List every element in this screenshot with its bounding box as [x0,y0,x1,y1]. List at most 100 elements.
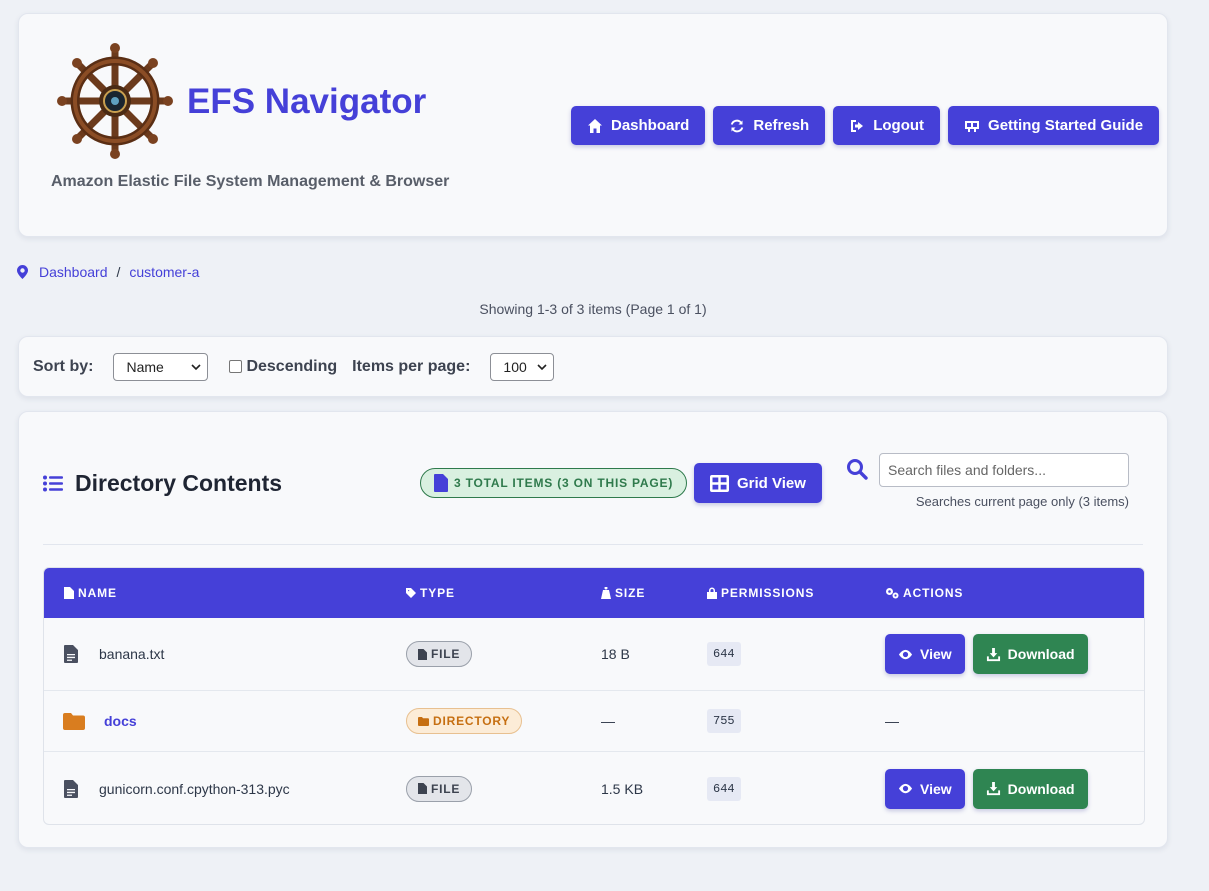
sort-by-label: Sort by: [33,357,94,375]
name-cell: docs [63,691,137,751]
column-actions: ACTIONS [885,586,963,600]
sort-controls: Sort by: Name Descending Items per page:… [18,336,1168,397]
type-cell: FILE [406,618,473,690]
items-per-page-label: Items per page: [352,357,471,375]
home-icon [588,118,602,133]
column-name-label: NAME [78,586,117,600]
descending-label[interactable]: Descending [246,358,337,376]
view-button[interactable]: View [885,768,965,809]
actions-cell: — [885,713,899,729]
column-size[interactable]: SIZE [601,586,645,600]
directory-card: Directory Contents 3 TOTAL ITEMS (3 ON T… [18,411,1168,848]
type-cell: DIRECTORY [406,691,523,751]
chevron-down-icon [191,363,202,370]
total-items-text: 3 TOTAL ITEMS (3 ON THIS PAGE) [454,476,674,490]
actions-cell: View Download [885,752,1088,824]
column-permissions[interactable]: PERMISSIONS [707,586,814,600]
file-name[interactable]: banana.txt [99,646,164,662]
view-label: View [920,646,952,662]
table-row: gunicorn.conf.cpython-313.pyc FILE 1.5 K… [44,752,1144,824]
logout-button[interactable]: Logout [833,106,941,145]
eye-icon [898,783,913,794]
name-cell: gunicorn.conf.cpython-313.pyc [64,752,290,824]
folder-icon [418,716,429,726]
directory-heading-text: Directory Contents [75,470,283,496]
app-header: EFS Navigator Amazon Elastic File System… [18,13,1168,237]
file-icon [418,648,427,660]
chevron-down-icon [537,363,547,370]
type-badge: FILE [406,641,473,667]
breadcrumb-separator: / [116,264,121,280]
column-type-label: TYPE [420,586,455,600]
refresh-button[interactable]: Refresh [713,106,826,145]
sort-by-select[interactable]: Name [113,352,209,381]
grid-view-label: Grid View [737,474,806,492]
permissions-cell: 644 [707,752,741,824]
breadcrumb: Dashboard / customer-a [17,264,199,280]
download-button[interactable]: Download [972,768,1088,809]
breadcrumb-dashboard[interactable]: Dashboard [39,264,108,280]
column-name[interactable]: NAME [64,586,117,600]
view-button[interactable]: View [885,634,965,674]
directory-link[interactable]: docs [104,713,137,729]
logout-icon [851,119,864,132]
items-per-page-select[interactable]: 100 [490,352,555,381]
lock-icon [707,587,717,599]
guide-icon [965,120,980,132]
dashboard-button-label: Dashboard [611,117,690,134]
app-title: EFS Navigator [187,82,427,121]
getting-started-guide-button[interactable]: Getting Started Guide [948,106,1160,145]
folder-icon [63,712,85,730]
refresh-button-label: Refresh [753,117,810,134]
permissions-cell: 755 [707,691,741,751]
type-label: FILE [431,781,461,796]
download-label: Download [1007,780,1075,797]
download-button[interactable]: Download [972,634,1088,674]
pagination-summary: Showing 1-3 of 3 items (Page 1 of 1) [479,301,707,317]
size-cell: 18 B [601,646,630,662]
type-badge: DIRECTORY [406,708,523,734]
gears-icon [886,588,899,599]
download-icon [986,647,1000,661]
name-cell: banana.txt [64,618,164,690]
ships-wheel-logo [57,43,173,159]
table-header: NAME TYPE SIZE PERMISSIONS ACTIONS [44,568,1144,618]
search-icon [847,459,868,480]
size-cell: 1.5 KB [601,780,644,797]
location-pin-icon [17,265,28,279]
total-items-badge: 3 TOTAL ITEMS (3 ON THIS PAGE) [420,468,688,498]
directory-table: NAME TYPE SIZE PERMISSIONS ACTIONS banan… [43,567,1145,825]
file-icon [418,783,427,794]
items-per-page-value: 100 [503,358,527,375]
eye-icon [898,649,913,659]
header-nav: Dashboard Refresh Logout Getting Started… [571,106,1160,145]
column-permissions-label: PERMISSIONS [721,586,815,600]
grid-view-button[interactable]: Grid View [694,463,822,503]
search-input[interactable] [879,453,1129,487]
sort-by-value: Name [126,358,164,375]
file-text-icon [64,779,78,798]
weight-icon [601,587,611,599]
file-name[interactable]: gunicorn.conf.cpython-313.pyc [99,781,290,797]
app-subtitle: Amazon Elastic File System Management & … [51,173,450,190]
view-label: View [920,780,952,797]
permissions-code: 644 [707,776,741,801]
grid-icon [710,474,729,492]
type-cell: FILE [406,752,473,824]
breadcrumb-current[interactable]: customer-a [129,264,199,280]
dashboard-button[interactable]: Dashboard [571,106,706,145]
table-row: banana.txt FILE 18 B 644 View Download [44,618,1144,691]
descending-checkbox[interactable] [229,360,243,373]
logout-button-label: Logout [873,117,925,134]
file-icon [434,474,448,492]
column-type[interactable]: TYPE [406,586,455,600]
column-actions-label: ACTIONS [903,586,964,600]
search-hint: Searches current page only (3 items) [915,494,1129,509]
permissions-code: 755 [707,709,741,733]
type-badge: FILE [406,775,473,802]
getting-started-guide-label: Getting Started Guide [988,117,1144,134]
actions-cell: View Download [885,618,1088,690]
permissions-cell: 644 [707,618,741,690]
size-cell: — [601,713,615,729]
tag-icon [406,588,416,598]
